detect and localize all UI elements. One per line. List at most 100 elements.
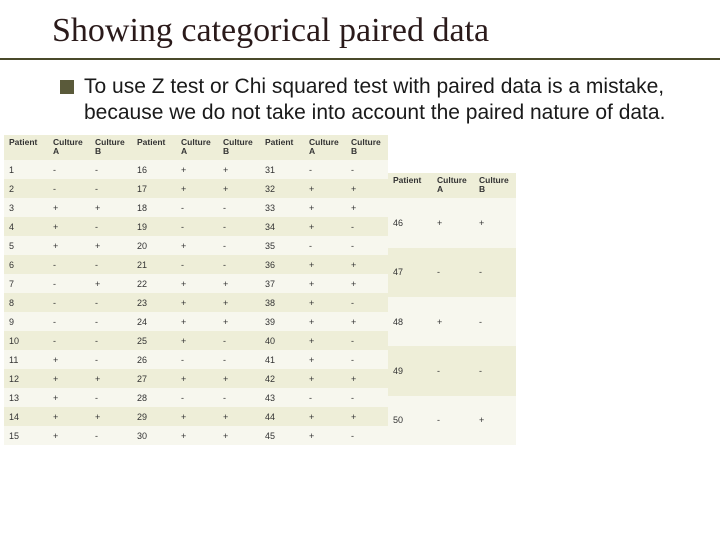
cell-patient: 36 xyxy=(260,255,304,274)
cell-culture-b: - xyxy=(218,331,260,350)
table-row: 4+-19--34+- xyxy=(4,217,388,236)
table-row: 47-- xyxy=(388,248,516,297)
table-row: 46++ xyxy=(388,198,516,247)
header-patient: Patient xyxy=(132,135,176,161)
cell-culture-b: + xyxy=(90,274,132,293)
header-culture-b: Culture B xyxy=(218,135,260,161)
cell-culture-b: - xyxy=(346,160,388,179)
cell-patient: 32 xyxy=(260,179,304,198)
table-row: 10--25+-40+- xyxy=(4,331,388,350)
cell-culture-a: + xyxy=(304,274,346,293)
cell-culture-a: + xyxy=(432,297,474,346)
cell-culture-a: - xyxy=(176,217,218,236)
cell-patient: 10 xyxy=(4,331,48,350)
cell-patient: 17 xyxy=(132,179,176,198)
cell-culture-a: + xyxy=(176,179,218,198)
cell-patient: 23 xyxy=(132,293,176,312)
cell-culture-a: - xyxy=(176,255,218,274)
table-row: 13+-28--43-- xyxy=(4,388,388,407)
bullet-text: To use Z test or Chi squared test with p… xyxy=(84,74,680,127)
cell-patient: 39 xyxy=(260,312,304,331)
cell-culture-b: - xyxy=(218,217,260,236)
cell-culture-a: + xyxy=(48,388,90,407)
cell-culture-a: + xyxy=(304,179,346,198)
cell-culture-a: + xyxy=(48,236,90,255)
cell-culture-a: + xyxy=(304,198,346,217)
cell-culture-b: + xyxy=(346,312,388,331)
cell-culture-b: + xyxy=(346,198,388,217)
data-table-side: Patient Culture A Culture B 46++47--48+-… xyxy=(388,173,516,446)
bullet-item: To use Z test or Chi squared test with p… xyxy=(0,74,720,127)
cell-culture-b: - xyxy=(90,350,132,369)
cell-culture-a: - xyxy=(432,248,474,297)
cell-patient: 15 xyxy=(4,426,48,445)
cell-culture-a: - xyxy=(48,274,90,293)
cell-culture-b: + xyxy=(218,160,260,179)
cell-culture-b: - xyxy=(474,248,516,297)
cell-patient: 8 xyxy=(4,293,48,312)
cell-patient: 25 xyxy=(132,331,176,350)
table-row: 5++20+-35-- xyxy=(4,236,388,255)
cell-culture-b: - xyxy=(90,293,132,312)
table-header-row: Patient Culture A Culture B xyxy=(388,173,516,199)
cell-culture-b: - xyxy=(90,255,132,274)
header-patient: Patient xyxy=(260,135,304,161)
table-row: 15+-30++45+- xyxy=(4,426,388,445)
cell-patient: 42 xyxy=(260,369,304,388)
cell-patient: 35 xyxy=(260,236,304,255)
cell-culture-b: - xyxy=(346,426,388,445)
cell-patient: 37 xyxy=(260,274,304,293)
header-culture-a: Culture A xyxy=(48,135,90,161)
cell-culture-b: - xyxy=(474,346,516,395)
cell-culture-b: - xyxy=(90,179,132,198)
cell-patient: 45 xyxy=(260,426,304,445)
cell-culture-a: + xyxy=(176,274,218,293)
cell-culture-b: - xyxy=(346,350,388,369)
slide-title: Showing categorical paired data xyxy=(0,12,720,54)
slide: Showing categorical paired data To use Z… xyxy=(0,0,720,540)
table-row: 50-+ xyxy=(388,396,516,445)
cell-patient: 1 xyxy=(4,160,48,179)
cell-patient: 18 xyxy=(132,198,176,217)
cell-culture-a: - xyxy=(176,350,218,369)
cell-patient: 6 xyxy=(4,255,48,274)
cell-culture-a: - xyxy=(304,388,346,407)
cell-culture-a: + xyxy=(48,369,90,388)
cell-culture-b: + xyxy=(218,407,260,426)
cell-culture-b: - xyxy=(346,331,388,350)
table-row: 7-+22++37++ xyxy=(4,274,388,293)
cell-culture-a: + xyxy=(304,293,346,312)
cell-culture-a: - xyxy=(48,255,90,274)
cell-culture-a: + xyxy=(48,426,90,445)
cell-culture-a: + xyxy=(48,407,90,426)
cell-culture-a: - xyxy=(176,198,218,217)
cell-patient: 3 xyxy=(4,198,48,217)
cell-patient: 7 xyxy=(4,274,48,293)
cell-culture-b: + xyxy=(218,426,260,445)
cell-culture-b: - xyxy=(346,236,388,255)
cell-culture-a: + xyxy=(176,407,218,426)
header-culture-a: Culture A xyxy=(176,135,218,161)
header-patient: Patient xyxy=(4,135,48,161)
cell-culture-a: + xyxy=(304,426,346,445)
cell-culture-a: - xyxy=(432,396,474,445)
cell-culture-b: + xyxy=(474,198,516,247)
header-culture-a: Culture A xyxy=(304,135,346,161)
cell-culture-a: + xyxy=(176,426,218,445)
cell-culture-b: + xyxy=(346,407,388,426)
cell-culture-a: + xyxy=(176,160,218,179)
cell-culture-a: + xyxy=(176,293,218,312)
cell-patient: 20 xyxy=(132,236,176,255)
cell-culture-a: - xyxy=(48,293,90,312)
cell-culture-b: + xyxy=(474,396,516,445)
cell-culture-b: - xyxy=(90,312,132,331)
cell-patient: 28 xyxy=(132,388,176,407)
cell-patient: 31 xyxy=(260,160,304,179)
cell-patient: 2 xyxy=(4,179,48,198)
cell-culture-b: + xyxy=(218,312,260,331)
cell-patient: 16 xyxy=(132,160,176,179)
cell-culture-a: + xyxy=(176,236,218,255)
table-row: 3++18--33++ xyxy=(4,198,388,217)
cell-patient: 50 xyxy=(388,396,432,445)
square-bullet-icon xyxy=(60,80,74,94)
